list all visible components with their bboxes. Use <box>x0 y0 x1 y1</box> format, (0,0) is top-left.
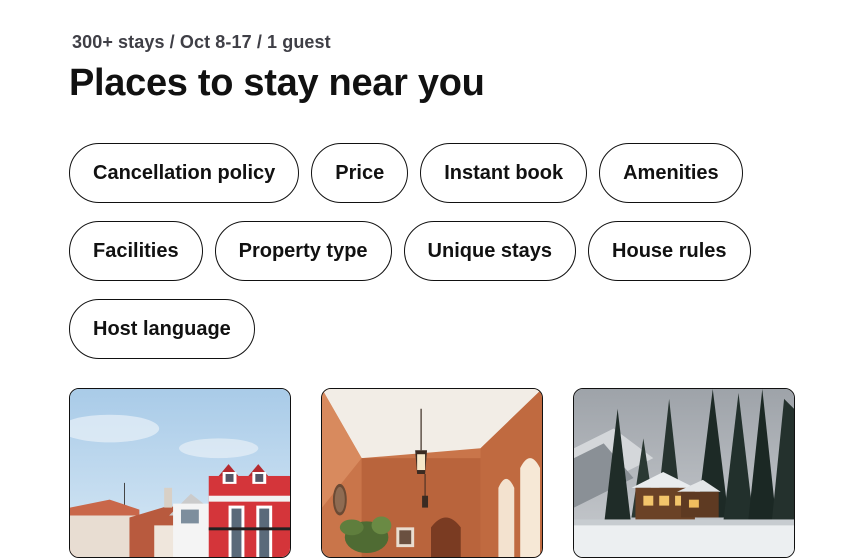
filter-cancellation-policy[interactable]: Cancellation policy <box>69 143 300 203</box>
filter-row: Cancellation policy Price Instant book A… <box>69 143 789 203</box>
search-summary: 300+ stays / Oct 8-17 / 1 guest <box>72 32 331 52</box>
red-townhouse-photo <box>70 389 290 557</box>
filter-property-type[interactable]: Property type <box>214 221 392 281</box>
filter-row: Host language <box>69 299 789 359</box>
terracotta-hallway-photo <box>322 389 542 557</box>
listing-card[interactable] <box>321 388 543 558</box>
snowy-cabin-photo <box>574 389 794 557</box>
listing-card[interactable] <box>573 388 795 558</box>
filter-facilities[interactable]: Facilities <box>69 221 203 281</box>
filter-instant-book[interactable]: Instant book <box>420 143 588 203</box>
listing-cards <box>69 388 795 558</box>
filter-chips: Cancellation policy Price Instant book A… <box>69 143 789 377</box>
filter-host-language[interactable]: Host language <box>69 299 255 359</box>
page-title: Places to stay near you <box>69 62 485 104</box>
filter-house-rules[interactable]: House rules <box>588 221 751 281</box>
filter-price[interactable]: Price <box>311 143 409 203</box>
filter-amenities[interactable]: Amenities <box>599 143 743 203</box>
listing-card[interactable] <box>69 388 291 558</box>
filter-row: Facilities Property type Unique stays Ho… <box>69 221 789 281</box>
filter-unique-stays[interactable]: Unique stays <box>403 221 577 281</box>
